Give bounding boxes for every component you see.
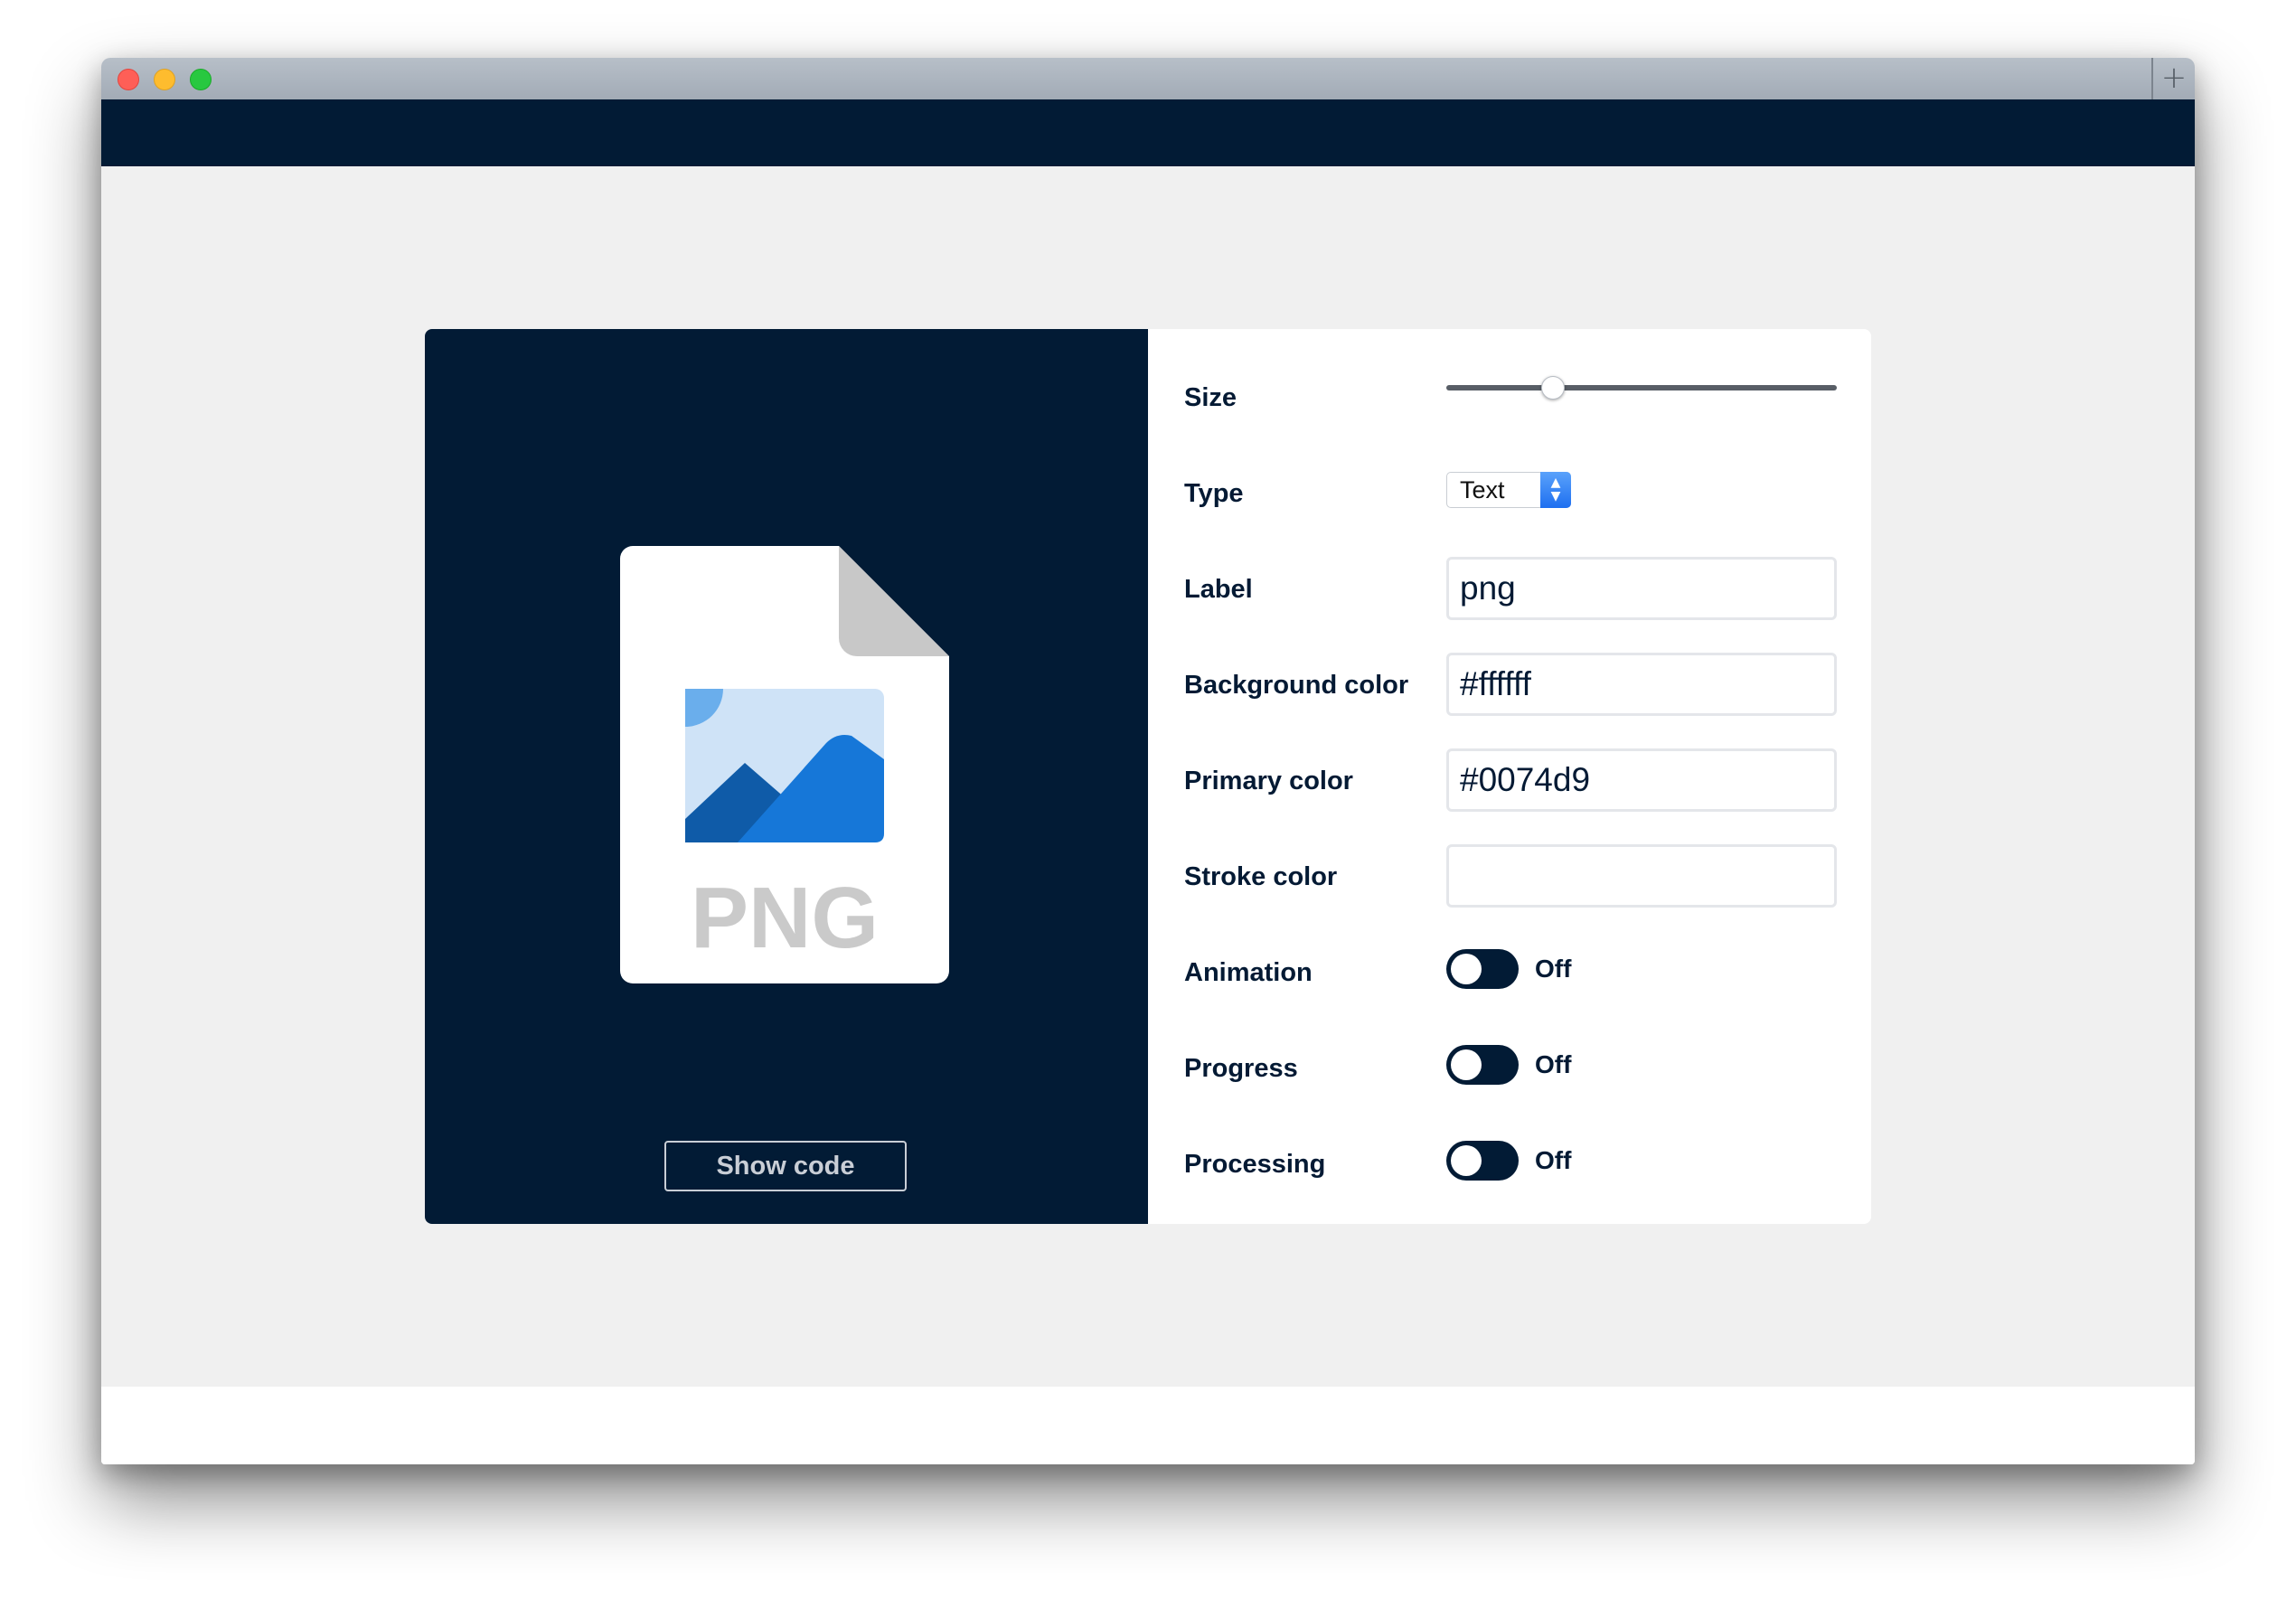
primary-color-label: Primary color (1184, 767, 1353, 795)
progress-label: Progress (1184, 1054, 1298, 1083)
size-label: Size (1184, 383, 1237, 412)
preview-panel: PNG Show code (425, 329, 1148, 1224)
progress-toggle-knob (1451, 1049, 1482, 1080)
size-row: Size (1148, 362, 1871, 434)
animation-label: Animation (1184, 958, 1313, 987)
progress-row: Progress Off (1148, 1032, 1871, 1105)
animation-row: Animation Off (1148, 936, 1871, 1009)
type-row: Type Text ▲ ▼ (1148, 457, 1871, 530)
type-label: Type (1184, 479, 1244, 508)
size-slider[interactable] (1446, 376, 1837, 400)
maximize-window-button[interactable] (190, 69, 212, 90)
progress-toggle[interactable] (1446, 1045, 1519, 1085)
configurator-card: PNG Show code Size Type Text ▲ ▼ Label pn (425, 329, 1871, 1224)
png-file-icon: PNG (620, 546, 949, 983)
stroke-color-row: Stroke color (1148, 841, 1871, 913)
file-type-text: PNG (691, 870, 879, 966)
stroke-color-label: Stroke color (1184, 862, 1338, 891)
label-label: Label (1184, 575, 1253, 604)
processing-label: Processing (1184, 1150, 1326, 1179)
title-bar: + (101, 58, 2195, 99)
background-color-input[interactable]: #ffffff (1446, 653, 1837, 716)
show-code-button[interactable]: Show code (664, 1141, 907, 1191)
stroke-color-input[interactable] (1446, 844, 1837, 908)
close-window-button[interactable] (118, 69, 139, 90)
background-color-row: Background color #ffffff (1148, 649, 1871, 721)
label-row: Label png (1148, 553, 1871, 626)
settings-panel: Size Type Text ▲ ▼ Label png Background c… (1148, 329, 1871, 1224)
processing-toggle[interactable] (1446, 1141, 1519, 1181)
primary-color-input[interactable]: #0074d9 (1446, 748, 1837, 812)
animation-toggle-knob (1451, 954, 1482, 984)
processing-row: Processing Off (1148, 1128, 1871, 1200)
processing-toggle-knob (1451, 1145, 1482, 1176)
up-down-arrows-icon: ▲ ▼ (1540, 472, 1571, 508)
size-slider-thumb[interactable] (1540, 376, 1565, 400)
type-select-value: Text (1460, 476, 1505, 503)
label-input[interactable]: png (1446, 557, 1837, 620)
type-select[interactable]: Text ▲ ▼ (1446, 472, 1571, 508)
processing-state: Off (1535, 1146, 1572, 1174)
background-color-label: Background color (1184, 671, 1409, 700)
progress-state: Off (1535, 1050, 1572, 1078)
new-tab-button[interactable]: + (2151, 58, 2195, 99)
animation-state: Off (1535, 955, 1572, 983)
animation-toggle[interactable] (1446, 949, 1519, 989)
page-footer (101, 1387, 2195, 1464)
app-header (101, 99, 2195, 166)
minimize-window-button[interactable] (154, 69, 175, 90)
primary-color-row: Primary color #0074d9 (1148, 745, 1871, 817)
image-mountain-icon (685, 689, 884, 842)
browser-window: + PNG Show code Size Type Text ▲ ▼ Label… (101, 58, 2195, 1464)
